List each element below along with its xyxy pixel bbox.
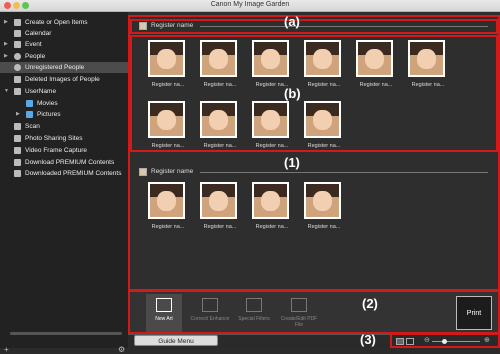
disclosure-arrow-icon[interactable]: ▶ <box>4 51 8 62</box>
people-icon <box>14 53 21 60</box>
deleted-people-icon <box>14 76 21 83</box>
sidebar-item[interactable]: Movies <box>0 98 128 109</box>
window-title: Canon My Image Garden <box>210 1 290 8</box>
callout-1-frame <box>128 15 500 291</box>
sidebar-item[interactable]: Scan <box>0 121 128 132</box>
guide-menu-button[interactable]: Guide Menu <box>134 335 218 346</box>
sidebar-item[interactable]: ▶ Event <box>0 39 128 50</box>
sidebar-item[interactable]: ▶ Create or Open Items <box>0 17 128 28</box>
computer-icon <box>14 88 21 95</box>
sidebar-item-label: Video Frame Capture <box>25 147 88 154</box>
callout-2-frame <box>128 290 500 334</box>
disclosure-arrow-icon[interactable]: ▼ <box>4 86 9 97</box>
sidebar: ▶ Create or Open Items Calendar ▶ Event ▶ Peop… <box>0 12 128 354</box>
event-icon <box>14 41 21 48</box>
sidebar-item[interactable]: Downloaded PREMIUM Contents <box>0 168 128 179</box>
folder-icon <box>26 100 33 107</box>
sidebar-item[interactable]: Calendar <box>0 28 128 39</box>
sidebar-item-label: Deleted Images of People <box>25 76 100 83</box>
calendar-icon <box>14 30 21 37</box>
sidebar-item-label: Unregistered People <box>25 64 85 71</box>
title-bar: Canon My Image Garden <box>0 0 500 12</box>
callout-a-label: (a) <box>284 14 300 29</box>
scan-icon <box>14 123 21 130</box>
sidebar-item[interactable]: Video Frame Capture <box>0 145 128 156</box>
sidebar-item-label: Pictures <box>37 111 61 118</box>
sidebar-item-label: Create or Open Items <box>25 19 88 26</box>
sidebar-item[interactable]: ▶ People <box>0 51 128 62</box>
sidebar-item[interactable]: Deleted Images of People <box>0 74 128 85</box>
callout-1-label: (1) <box>284 155 300 170</box>
sidebar-item-label: Event <box>25 41 42 48</box>
unregistered-people-icon <box>14 64 21 71</box>
settings-icon[interactable]: ⚙ <box>118 345 125 354</box>
disclosure-arrow-icon[interactable]: ▶ <box>16 109 20 120</box>
sidebar-item[interactable]: Unregistered People <box>0 62 128 73</box>
sidebar-item-label: Calendar <box>25 30 52 37</box>
sidebar-item[interactable]: ▶ Pictures <box>0 109 128 120</box>
download-icon <box>14 159 21 166</box>
callout-b-label: (b) <box>284 86 301 101</box>
sidebar-item[interactable]: Download PREMIUM Contents <box>0 157 128 168</box>
sidebar-item-label: People <box>25 53 46 60</box>
sidebar-scrollbar[interactable] <box>10 332 122 335</box>
callout-3-frame <box>390 333 500 348</box>
callout-2-label: (2) <box>362 296 378 311</box>
sidebar-item[interactable]: ▼ UserName <box>0 86 128 97</box>
sidebar-item-label: UserName <box>25 88 57 95</box>
sidebar-item-label: Scan <box>25 123 40 130</box>
downloaded-icon <box>14 170 21 177</box>
photo-sharing-icon <box>14 135 21 142</box>
callout-3-label: (3) <box>360 332 376 347</box>
sidebar-item[interactable]: Photo Sharing Sites <box>0 133 128 144</box>
folder-icon <box>26 111 33 118</box>
disclosure-arrow-icon[interactable]: ▶ <box>4 17 8 28</box>
video-capture-icon <box>14 147 21 154</box>
sidebar-item-label: Download PREMIUM Contents <box>25 159 115 166</box>
add-icon[interactable]: + <box>4 345 9 354</box>
create-items-icon <box>14 19 21 26</box>
sidebar-item-label: Movies <box>37 100 58 107</box>
disclosure-arrow-icon[interactable]: ▶ <box>4 39 8 50</box>
sidebar-item-label: Downloaded PREMIUM Contents <box>25 170 122 177</box>
sidebar-item-label: Photo Sharing Sites <box>25 135 83 142</box>
